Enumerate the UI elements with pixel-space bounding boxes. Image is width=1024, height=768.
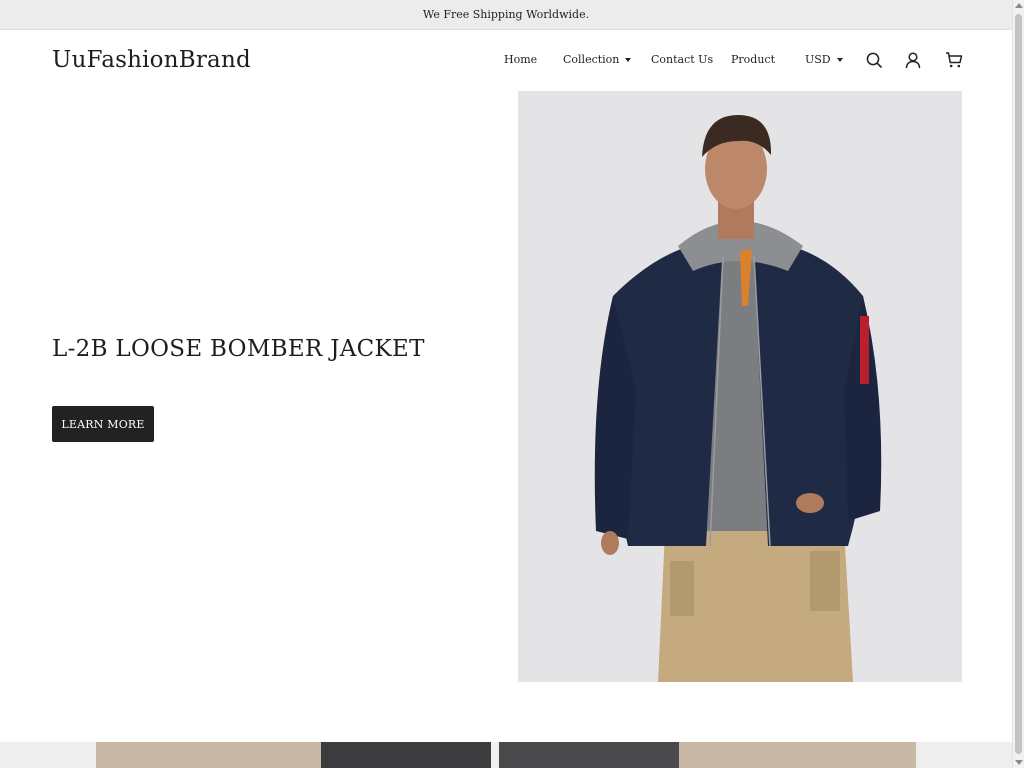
- page-scrollbar[interactable]: [1012, 0, 1024, 768]
- model-illustration: [518, 91, 962, 682]
- nav-item-label: Contact Us: [651, 53, 714, 66]
- scrollbar-thumb[interactable]: [1015, 14, 1022, 754]
- nav-item-label: Collection: [563, 53, 620, 66]
- nav-item-collection[interactable]: Collection: [563, 53, 632, 66]
- hero-title: L-2B LOOSE BOMBER JACKET: [52, 336, 425, 362]
- nav-item-product[interactable]: Product: [731, 53, 775, 66]
- hero-product-image[interactable]: [518, 91, 962, 682]
- nav-item-contact-us[interactable]: Contact Us: [651, 53, 713, 66]
- nav-item-label: Home: [504, 53, 538, 66]
- search-icon[interactable]: [865, 51, 883, 69]
- scroll-down-icon[interactable]: [1015, 760, 1023, 765]
- next-section-image: [96, 742, 916, 768]
- cart-icon[interactable]: [945, 51, 963, 69]
- learn-more-button[interactable]: LEARN MORE: [52, 406, 154, 442]
- nav-item-home[interactable]: Home: [504, 53, 537, 66]
- account-icon[interactable]: [904, 51, 922, 69]
- currency-selector[interactable]: USD: [805, 53, 843, 66]
- chevron-down-icon: [625, 57, 632, 62]
- next-section-preview: [0, 742, 1012, 768]
- site-header: UuFashionBrand Home Collection Contact U…: [0, 31, 1012, 91]
- main-nav: Home Collection Contact Us Product USD: [0, 53, 1012, 73]
- announcement-bar: We Free Shipping Worldwide.: [0, 0, 1012, 30]
- currency-label: USD: [805, 53, 831, 66]
- announcement-text: We Free Shipping Worldwide.: [422, 8, 590, 21]
- nav-item-label: Product: [731, 53, 775, 66]
- scroll-up-icon[interactable]: [1015, 3, 1023, 8]
- chevron-down-icon: [836, 57, 843, 62]
